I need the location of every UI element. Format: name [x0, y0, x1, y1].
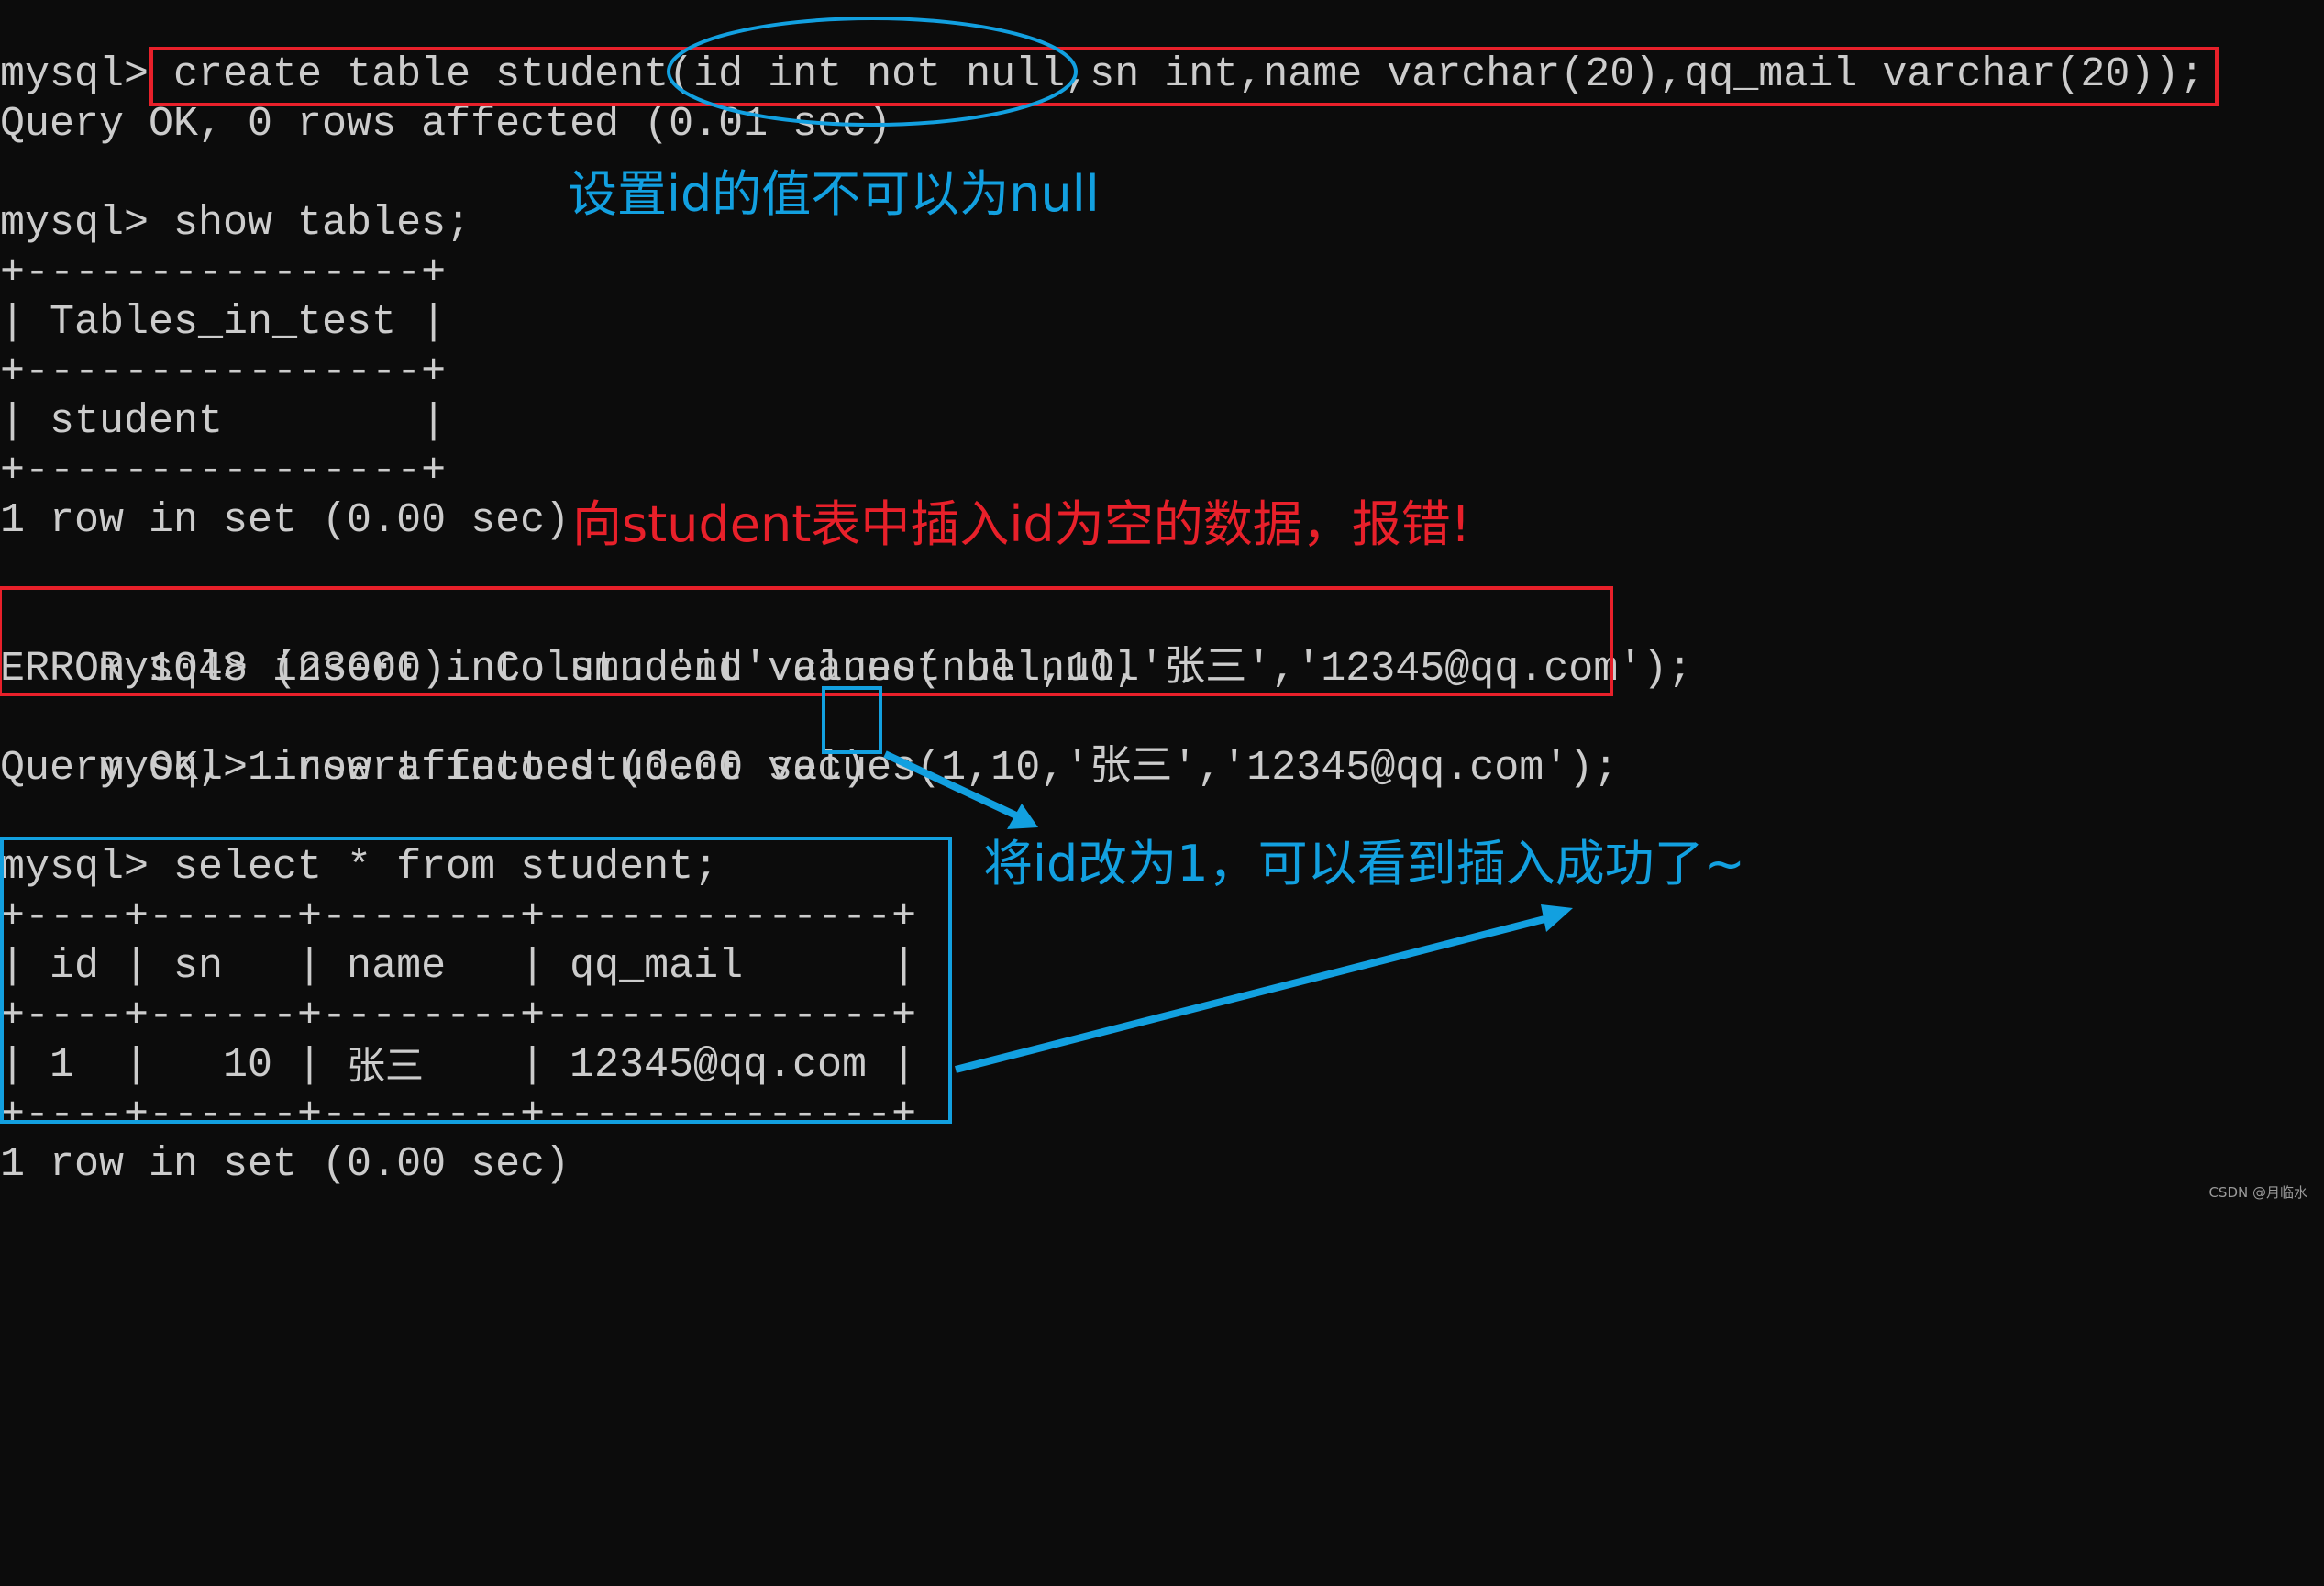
red-highlight-insert-error [0, 586, 1613, 696]
red-highlight-create-table [149, 47, 2219, 106]
annotation-insert-success: 将id改为1，可以看到插入成功了~ [983, 835, 1745, 893]
arrow-from-result-to-note [955, 904, 1573, 1073]
arrow-to-success-note [883, 750, 1038, 829]
annotation-overlay [0, 17, 2219, 1124]
annotation-not-null: 设置id的值不可以为null [568, 165, 1100, 223]
watermark: CSDN @月临水 [2208, 1184, 2307, 1201]
blue-highlight-select-result [0, 837, 952, 1124]
blue-highlight-id-value [822, 686, 882, 754]
annotation-insert-null-error: 向student表中插入id为空的数据，报错! [572, 495, 1471, 553]
blue-circle-not-null [667, 17, 1078, 127]
